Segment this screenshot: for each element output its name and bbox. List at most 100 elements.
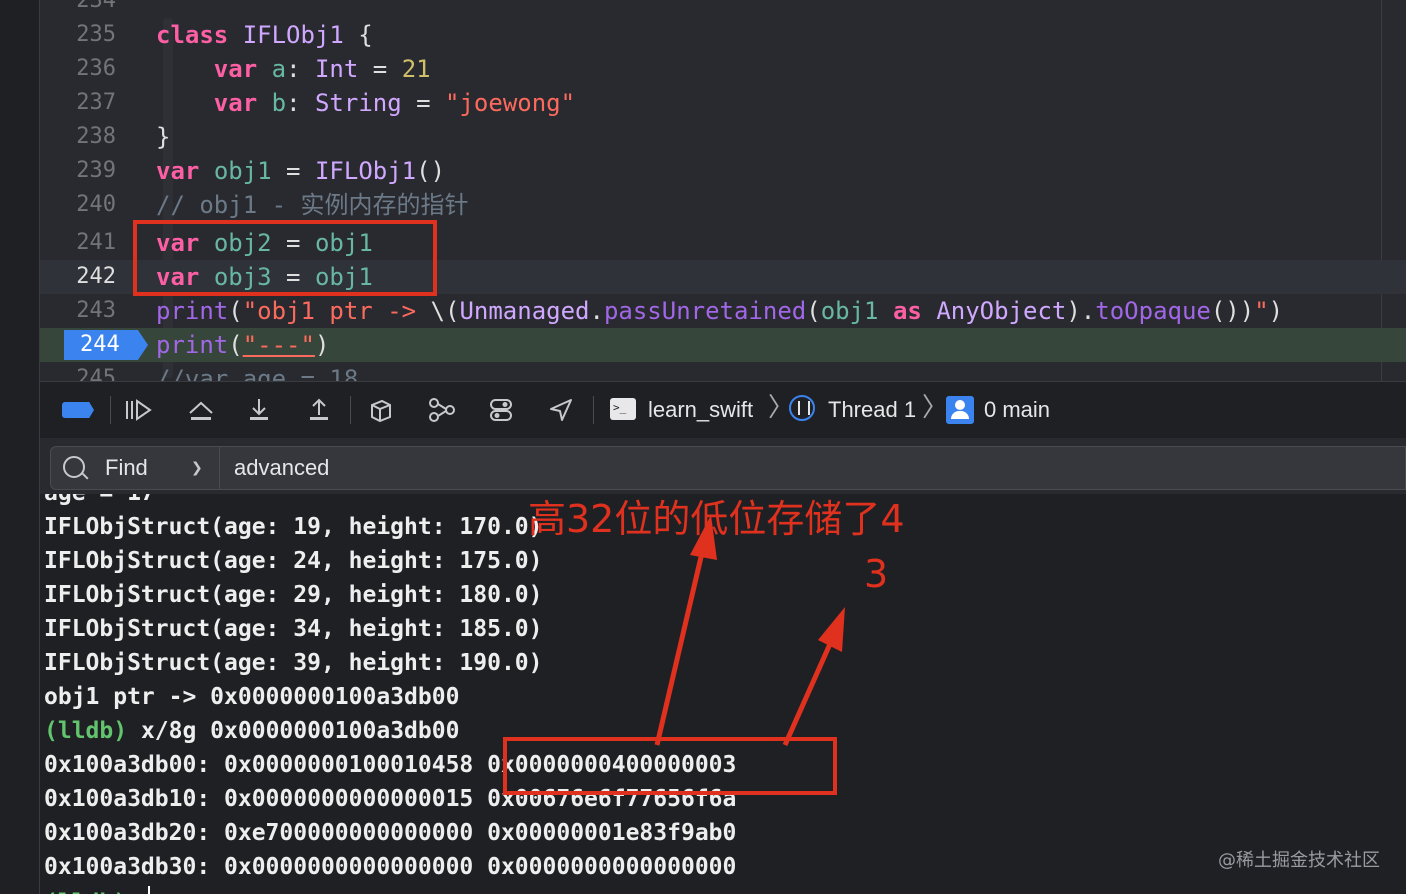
toolbar-separator [350, 396, 351, 424]
breadcrumb-process[interactable]: learn_swift [648, 396, 753, 424]
code-token: toOpaque [1095, 297, 1211, 325]
code-line[interactable]: 238} [40, 120, 1406, 154]
code-token: () [416, 157, 446, 185]
line-number[interactable]: 237 [40, 86, 116, 120]
watermark: @稀土掘金技术社区 [1218, 850, 1380, 871]
simulate-location-icon[interactable] [548, 397, 574, 423]
line-number[interactable]: 235 [40, 18, 116, 52]
chevron-down-icon: ❯ [191, 460, 203, 476]
environment-overrides-icon[interactable] [488, 397, 514, 423]
find-input[interactable]: advanced [220, 446, 1406, 490]
debug-bar: learn_swift 〉 Thread 1 〉 0 main [40, 381, 1406, 439]
line-number[interactable]: 242 [40, 260, 116, 294]
line-number[interactable]: 238 [40, 120, 116, 154]
code-token: \( [430, 297, 460, 325]
code-line[interactable]: 234 [40, 0, 1406, 18]
code-line[interactable]: 236 var a: Int = 21 [40, 52, 1406, 86]
console-line: age = 17 [44, 494, 155, 510]
code-token: = [401, 89, 446, 117]
search-icon [63, 456, 85, 478]
code-token: 21 [401, 55, 431, 83]
line-number[interactable]: 240 [40, 188, 116, 222]
code-text: var a: Int = 21 [156, 52, 431, 86]
console-line: obj1 ptr -> 0x0000000100a3db00 [44, 680, 459, 714]
console-text: x/8g 0x0000000100a3db00 [127, 718, 460, 744]
code-token: = [271, 157, 315, 185]
code-line[interactable]: 245 //var age = 18 [40, 362, 1406, 381]
view-hierarchy-icon[interactable] [368, 397, 394, 423]
annotation-box-code [133, 220, 437, 296]
code-token: Int [314, 55, 359, 83]
code-editor[interactable]: 234 235 class IFLObj1 {236 var a: Int = 21… [40, 0, 1406, 381]
code-token: var [213, 89, 258, 117]
breadcrumb-thread[interactable]: Thread 1 [828, 396, 916, 424]
code-token: { [343, 21, 373, 49]
console-line: 0x100a3db30: 0x0000000000000000 0x000000… [44, 850, 736, 884]
code-text: //var age = 18 [156, 362, 358, 381]
code-token: String [314, 89, 402, 117]
code-token: ) [314, 331, 330, 359]
current-line-indicator[interactable]: 244 [64, 330, 148, 360]
console-line: IFLObjStruct(age: 34, height: 185.0) [44, 612, 543, 646]
code-token: obj1 [213, 157, 272, 185]
step-out-icon[interactable] [306, 397, 332, 423]
code-token: a [271, 55, 287, 83]
line-number[interactable]: 243 [40, 294, 116, 328]
find-mode-select[interactable]: Find ❯ [50, 446, 220, 490]
code-token: // obj1 - 实例内存的指针 [156, 191, 469, 219]
console-line: (lldb) x/8g 0x0000000100a3db00 [44, 714, 459, 748]
code-token: b [271, 89, 287, 117]
toolbar-separator [110, 396, 111, 424]
toolbar-separator [593, 396, 594, 424]
code-token: var [213, 55, 258, 83]
memory-graph-icon[interactable] [428, 397, 455, 423]
code-line[interactable]: 240 // obj1 - 实例内存的指针 [40, 188, 1406, 222]
debug-console[interactable]: age = 17 IFLObjStruct(age: 19, height: 17… [40, 494, 1406, 894]
line-number[interactable]: 234 [40, 0, 116, 18]
breadcrumb-frame[interactable]: 0 main [984, 396, 1050, 424]
code-text: } [156, 120, 170, 154]
code-token: ( [806, 297, 821, 325]
code-token: ( [228, 331, 243, 359]
line-number[interactable]: 241 [40, 226, 116, 260]
code-token: as [892, 297, 922, 325]
code-token: Unmanaged [459, 297, 590, 325]
code-text: class IFLObj1 { [156, 18, 373, 52]
code-token: . [589, 297, 604, 325]
step-into-icon[interactable] [246, 397, 272, 423]
code-token: AnyObject [936, 297, 1067, 325]
code-line[interactable]: 237 var b: String = "joewong" [40, 86, 1406, 120]
code-token: print [156, 331, 229, 359]
console-text: IFLObjStruct(age: 29, height: 180.0) [44, 582, 543, 608]
code-token: obj1 [820, 297, 879, 325]
code-text: var b: String = "joewong" [156, 86, 575, 120]
line-number[interactable]: 236 [40, 52, 116, 86]
code-line[interactable]: 239 var obj1 = IFLObj1() [40, 154, 1406, 188]
code-line[interactable]: 235 class IFLObj1 { [40, 18, 1406, 52]
terminal-icon [610, 398, 636, 420]
console-text: 0x100a3db20: 0xe700000000000000 0x000000… [44, 820, 737, 846]
code-line[interactable]: 244 print("---") [40, 328, 1406, 362]
line-number[interactable]: 245 [40, 362, 116, 381]
console-line: 0x100a3db20: 0xe700000000000000 0x000000… [44, 816, 736, 850]
code-token: ()) [1210, 297, 1255, 325]
line-number[interactable]: 239 [40, 154, 116, 188]
find-bar: Find ❯ advanced [40, 438, 1406, 494]
console-text: IFLObjStruct(age: 24, height: 175.0) [44, 548, 543, 574]
code-token: : [286, 89, 315, 117]
console-line: IFLObjStruct(age: 39, height: 190.0) [44, 646, 543, 680]
code-token: = [358, 55, 402, 83]
continue-icon[interactable] [124, 397, 152, 423]
console-prompt: (lldb) [44, 886, 127, 894]
text-cursor [148, 886, 150, 894]
breakpoints-toggle-icon[interactable] [62, 402, 94, 418]
code-line[interactable]: 243 print("obj1 ptr -> \(Unmanaged.passUn… [40, 294, 1406, 328]
code-token: var [156, 157, 200, 185]
console-text: IFLObjStruct(age: 19, height: 170.0) [44, 514, 543, 540]
step-over-icon[interactable] [186, 397, 213, 423]
code-token: "obj1 ptr -> [242, 297, 431, 325]
code-token: " [1254, 297, 1269, 325]
